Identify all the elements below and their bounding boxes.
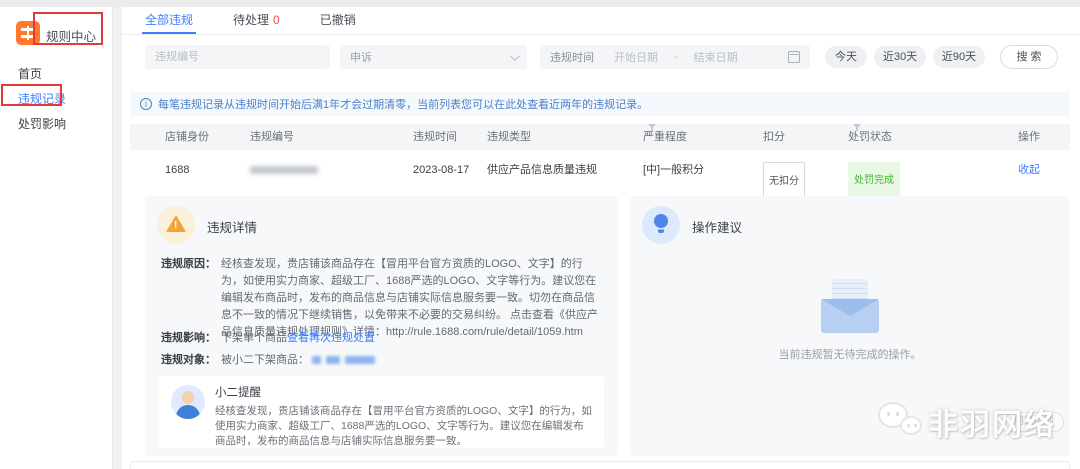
search-button[interactable]: 搜 索 — [1000, 45, 1058, 69]
empty-state-text: 当前违规暂无待完成的操作。 — [630, 346, 1070, 362]
watermark-brand-text: 非羽网络 — [928, 400, 1056, 444]
operation-suggestion-title: 操作建议 — [692, 217, 742, 236]
staff-reminder-title: 小二提醒 — [215, 384, 592, 400]
appeal-select[interactable]: 申诉 — [340, 45, 527, 69]
appeal-select-value: 申诉 — [350, 49, 372, 65]
cell-violation-number-redacted — [250, 166, 318, 174]
date-range-separator: - — [674, 51, 678, 63]
staff-reminder-card: 小二提醒 经核查发现，贵店铺该商品存在【冒用平台官方资质的LOGO、文字】的行为… — [159, 376, 604, 448]
tab-all-violations[interactable]: 全部违规 — [145, 7, 193, 34]
sidebar-item-violation-records[interactable]: 违规记录 — [18, 90, 66, 108]
tab-revoked-label: 已撤销 — [320, 13, 356, 27]
staff-reminder-text: 经核查发现，贵店铺该商品存在【冒用平台官方资质的LOGO、文字】的行为，如使用实… — [215, 404, 592, 449]
redacted-product-link — [326, 356, 340, 364]
header-shop-identity: 店铺身份 — [165, 124, 209, 150]
staff-avatar — [171, 385, 205, 419]
violation-reason-row: 违规原因： 经核查发现，贵店铺该商品存在【冒用平台官方资质的LOGO、文字】的行… — [161, 256, 604, 341]
watermark: 问题反馈 非羽网络 — [876, 388, 1080, 450]
penalty-status-badge: 处罚完成 — [848, 162, 900, 200]
target-text: 被小二下架商品： — [221, 354, 309, 366]
collapse-row-link[interactable]: 收起 — [1018, 153, 1040, 187]
end-date-field[interactable]: 结束日期 — [694, 49, 738, 65]
redacted-product-link — [345, 356, 375, 364]
header-violation-number: 违规编号 — [250, 124, 294, 150]
lightbulb-icon — [642, 206, 680, 244]
notice-text: 每笔违规记录从违规时间开始后满1年才会过期清零，当前列表您可以在此处查看近两年的… — [158, 96, 648, 112]
header-violation-time: 违规时间 — [413, 124, 457, 150]
sidebar-item-penalty-impact[interactable]: 处罚影响 — [18, 115, 66, 133]
calendar-icon[interactable] — [788, 51, 800, 63]
info-icon — [140, 98, 152, 110]
top-strip — [0, 0, 1080, 7]
violation-time-range: 违规时间 开始日期 - 结束日期 — [540, 45, 810, 69]
header-violation-type: 违规类型 — [487, 124, 531, 150]
violation-target-text: 被小二下架商品： — [221, 352, 380, 369]
sidebar-divider — [112, 7, 122, 469]
sidebar: 规则中心 首页 违规记录 处罚影响 — [0, 7, 112, 469]
header-penalty-status-label: 处罚状态 — [848, 124, 892, 150]
chevron-down-icon — [510, 51, 520, 61]
start-date-field[interactable]: 开始日期 — [614, 49, 658, 65]
redacted-product-link — [312, 356, 321, 364]
tab-bar: 全部违规 待处理 0 已撤销 — [122, 7, 1080, 35]
repeat-violation-link[interactable]: 查看再次违规处置 — [287, 332, 375, 344]
violation-impact-label: 违规影响： — [161, 330, 221, 347]
violation-number-input[interactable] — [145, 45, 330, 69]
header-deduction: 扣分 — [763, 124, 785, 150]
quick-filter-30days-button[interactable]: 近30天 — [874, 46, 926, 68]
quick-filter-today-button[interactable]: 今天 — [825, 46, 867, 68]
tab-pending[interactable]: 待处理 0 — [233, 7, 280, 34]
table-header-row: 店铺身份 违规编号 违规时间 违规类型 严重程度 扣分 处罚状态 操作 — [130, 124, 1070, 150]
cell-shop-identity: 1688 — [165, 153, 189, 187]
tab-all-violations-label: 全部违规 — [145, 13, 193, 27]
rules-center-title: 规则中心 — [46, 26, 96, 45]
violation-detail-card: 违规详情 违规原因： 经核查发现，贵店铺该商品存在【冒用平台官方资质的LOGO、… — [145, 196, 618, 456]
table-row: 1688 2023-08-17 供应产品信息质量违规 [中]一般积分 无扣分 处… — [130, 153, 1070, 187]
tab-revoked[interactable]: 已撤销 — [320, 7, 356, 34]
violation-target-row: 违规对象： 被小二下架商品： — [161, 352, 604, 369]
quick-filter-90days-button[interactable]: 近90天 — [933, 46, 985, 68]
cell-severity: [中]一般积分 — [643, 153, 704, 187]
cell-violation-time: 2023-08-17 — [413, 153, 469, 187]
violation-time-label: 违规时间 — [550, 49, 594, 65]
warning-icon — [157, 206, 195, 244]
violation-impact-text: 下架单个商品查看再次违规处置 — [221, 330, 375, 347]
impact-text: 下架单个商品 — [221, 332, 287, 344]
header-severity-label: 严重程度 — [643, 124, 687, 150]
violation-reason-label: 违规原因： — [161, 256, 221, 341]
tab-pending-label: 待处理 — [233, 13, 269, 27]
empty-mail-icon — [821, 291, 879, 333]
chat-bubble-small-icon — [900, 416, 922, 435]
violation-impact-row: 违规影响： 下架单个商品查看再次违规处置 — [161, 330, 604, 347]
next-record-card-edge — [130, 461, 1070, 469]
notice-banner: 每笔违规记录从违规时间开始后满1年才会过期清零，当前列表您可以在此处查看近两年的… — [130, 92, 1070, 116]
page: 规则中心 首页 违规记录 处罚影响 全部违规 待处理 0 已撤销 申诉 违规时间 … — [0, 0, 1080, 469]
violation-reason-text: 经核查发现，贵店铺该商品存在【冒用平台官方资质的LOGO、文字】的行为，如使用实… — [221, 256, 604, 341]
rules-center-logo-icon — [16, 21, 40, 45]
cell-violation-type: 供应产品信息质量违规 — [487, 153, 597, 187]
pending-count-badge: 0 — [273, 13, 280, 27]
sidebar-item-home[interactable]: 首页 — [18, 65, 42, 83]
violation-target-label: 违规对象： — [161, 352, 221, 369]
header-actions: 操作 — [1018, 124, 1040, 150]
violation-detail-title: 违规详情 — [207, 217, 257, 236]
